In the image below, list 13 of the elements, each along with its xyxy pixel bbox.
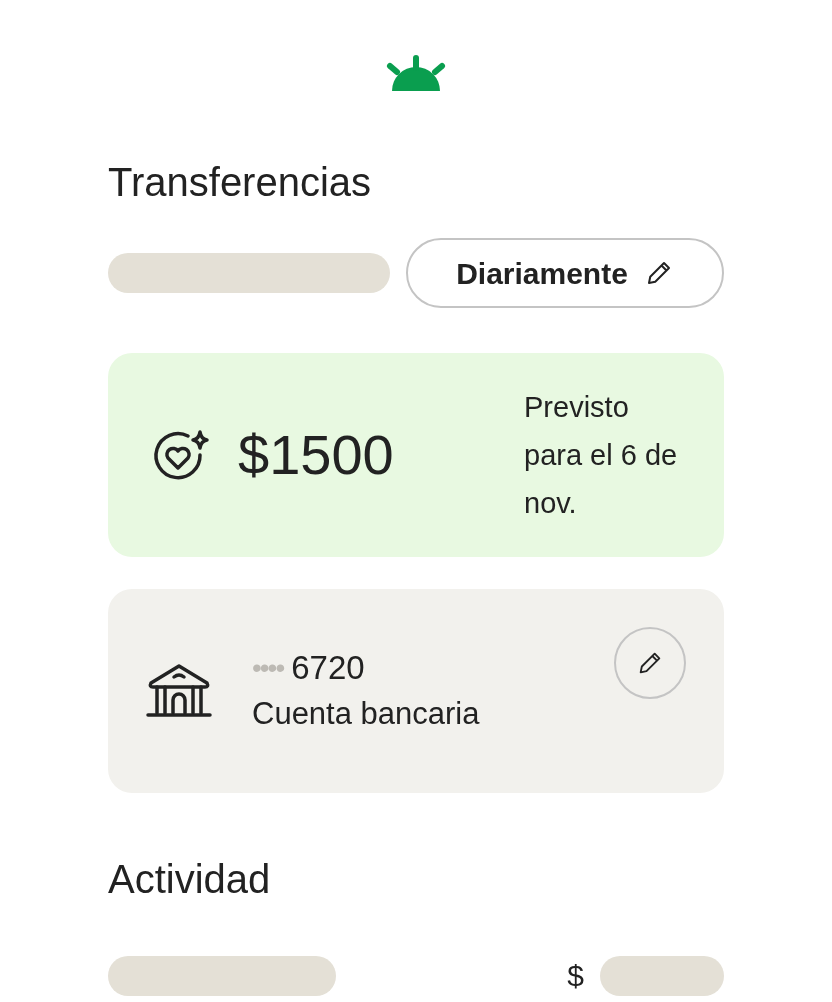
- page-title: Transferencias: [108, 159, 372, 206]
- logo-icon: [384, 54, 448, 92]
- frequency-button[interactable]: Diariamente: [406, 238, 724, 308]
- section-title: Actividad: [108, 856, 271, 903]
- account-label: Cuenta bancaria: [252, 695, 480, 733]
- masked-digits: ••••: [252, 651, 284, 685]
- heart-target-icon: [152, 429, 210, 481]
- schedule-note: Previsto para el 6 de nov.: [524, 390, 679, 521]
- account-number: 6720: [291, 648, 365, 688]
- edit-button[interactable]: [614, 627, 686, 699]
- bank-icon: [146, 663, 212, 719]
- currency-sign: $: [567, 958, 584, 994]
- amount-text: $1500: [238, 422, 394, 488]
